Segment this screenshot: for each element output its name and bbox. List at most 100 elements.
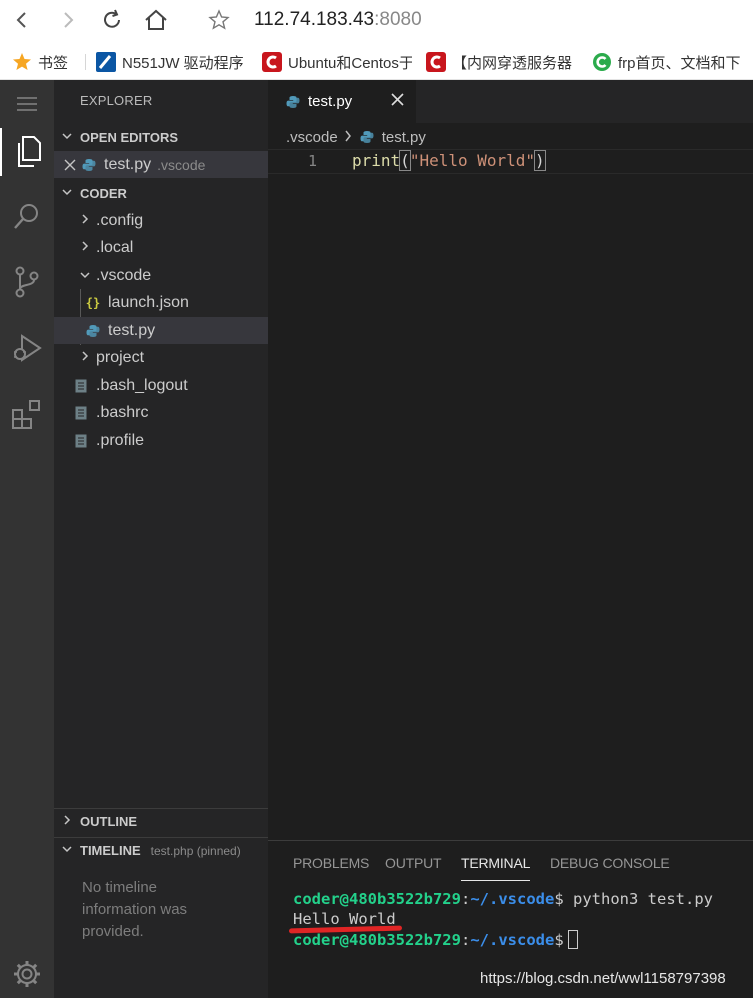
terminal-dollar: $	[554, 890, 564, 908]
text-file-icon	[72, 377, 90, 395]
tree-file[interactable]: .bash_logout	[54, 372, 268, 399]
outline-label: OUTLINE	[80, 814, 138, 829]
back-icon[interactable]	[8, 6, 36, 34]
explorer-title: EXPLORER	[80, 93, 153, 108]
close-icon[interactable]	[391, 91, 404, 111]
code-function: print	[352, 151, 401, 170]
url-host: 112.74.183.43	[254, 9, 375, 30]
terminal-command-line[interactable]: coder@480b3522b729:~/.vscode$ python3 te…	[293, 890, 713, 908]
tree-file[interactable]: .profile	[54, 427, 268, 454]
bookmark-item[interactable]: frp首页、文档和下	[592, 51, 753, 73]
explorer-icon[interactable]	[0, 128, 54, 176]
python-file-icon	[80, 156, 98, 174]
text-file-icon	[72, 432, 90, 450]
settings-gear-icon[interactable]	[0, 950, 54, 998]
bookmark-item[interactable]: N551JW 驱动程序	[96, 51, 246, 73]
workspace-header[interactable]: CODER	[54, 180, 268, 206]
terminal-cursor	[567, 930, 578, 949]
csdn-logo-icon	[426, 52, 446, 72]
tree-file[interactable]: {} launch.json	[54, 289, 268, 316]
frp-logo-icon	[592, 52, 612, 72]
tree-folder[interactable]: .vscode	[54, 262, 268, 289]
chevron-down-icon	[76, 268, 94, 283]
address-bar[interactable]: 112.74.183.43:8080	[254, 9, 422, 31]
python-file-icon	[284, 93, 302, 111]
tree-folder[interactable]: .config	[54, 207, 268, 234]
workspace-label: CODER	[80, 185, 127, 201]
open-editor-filename: test.py	[104, 155, 152, 173]
bookmark-label: N551JW 驱动程序	[122, 54, 244, 72]
tree-folder-label: project	[96, 348, 145, 366]
bookmark-star-icon[interactable]	[205, 6, 233, 34]
tab-test-py[interactable]: test.py	[268, 80, 416, 123]
tab-problems[interactable]: PROBLEMS	[293, 855, 369, 871]
bookmark-folder[interactable]: 书签	[12, 51, 68, 73]
tree-folder-label: .local	[96, 238, 134, 256]
timeline-empty-message: No timeline information was provided.	[82, 879, 188, 940]
tab-debug-console[interactable]: DEBUG CONSOLE	[550, 855, 670, 871]
asus-logo-icon	[96, 52, 116, 72]
text-file-icon	[72, 404, 90, 422]
home-icon[interactable]	[142, 6, 170, 34]
terminal-prompt-sep: :	[460, 931, 471, 949]
tree-folder-label: .config	[96, 211, 144, 229]
close-icon[interactable]	[54, 159, 80, 171]
bookmark-label: frp首页、文档和下	[618, 54, 741, 72]
terminal-prompt-sep: :	[460, 890, 471, 908]
run-debug-icon[interactable]	[0, 324, 54, 372]
terminal-path: ~/.vscode	[470, 931, 555, 949]
tab-output[interactable]: OUTPUT	[385, 855, 442, 871]
bookmark-label: Ubuntu和Centos于	[288, 54, 412, 72]
open-editor-item[interactable]: test.py .vscode	[54, 151, 268, 178]
tree-file-label: .bash_logout	[96, 376, 188, 394]
search-icon[interactable]	[0, 192, 54, 240]
outline-header[interactable]: OUTLINE	[54, 808, 268, 834]
tab-label: test.py	[308, 93, 353, 110]
tab-terminal[interactable]: TERMINAL	[461, 855, 530, 881]
tree-file[interactable]: .bashrc	[54, 399, 268, 426]
timeline-file: test.php (pinned)	[150, 843, 241, 858]
chevron-right-icon	[76, 350, 94, 365]
menu-icon[interactable]	[0, 80, 54, 128]
csdn-logo-icon	[262, 52, 282, 72]
chevron-right-icon	[76, 213, 94, 228]
breadcrumb: .vscode test.py	[286, 128, 426, 146]
open-editors-header[interactable]: OPEN EDITORS	[54, 124, 268, 150]
source-control-icon[interactable]	[0, 258, 54, 306]
tree-file-label: .profile	[96, 431, 145, 449]
timeline-header[interactable]: TIMELINE test.php (pinned)	[54, 837, 268, 863]
tree-folder[interactable]: .local	[54, 234, 268, 261]
extensions-icon[interactable]	[0, 390, 54, 438]
activity-bar	[0, 80, 54, 998]
code-line[interactable]: print("Hello World")	[352, 150, 546, 171]
python-file-icon	[84, 322, 102, 340]
star-icon	[12, 52, 32, 72]
editor-area: test.py .vscode test.py 1 print("Hello W…	[268, 80, 753, 840]
terminal-user: coder@480b3522b729	[293, 931, 461, 949]
url-port: :8080	[374, 9, 422, 30]
code-open-paren: (	[399, 150, 411, 171]
terminal-user: coder@480b3522b729	[293, 890, 461, 908]
chevron-down-icon	[54, 130, 80, 145]
bookmarks-bar: 书签 N551JW 驱动程序 Ubuntu和Centos于 【内网穿透服务器 f…	[0, 42, 753, 80]
terminal-dollar: $	[554, 931, 564, 949]
tree-file[interactable]: test.py	[54, 317, 268, 344]
tree-folder-label: .vscode	[96, 266, 152, 284]
forward-icon[interactable]	[54, 6, 82, 34]
json-file-icon: {}	[85, 295, 101, 310]
reload-icon[interactable]	[98, 6, 126, 34]
watermark: https://blog.csdn.net/wwl1158797398	[480, 970, 726, 987]
breadcrumb-file[interactable]: test.py	[382, 129, 426, 146]
python-file-icon	[358, 128, 376, 146]
chevron-right-icon	[54, 814, 80, 829]
chevron-right-icon	[76, 240, 94, 255]
tree-folder[interactable]: project	[54, 344, 268, 371]
terminal-command: python3 test.py	[563, 890, 713, 908]
bookmark-item[interactable]: Ubuntu和Centos于	[262, 51, 412, 73]
line-number: 1	[308, 152, 318, 170]
terminal-prompt-line[interactable]: coder@480b3522b729:~/.vscode$	[293, 930, 578, 949]
bookmark-item[interactable]: 【内网穿透服务器	[426, 51, 576, 73]
editor-tabs: test.py	[268, 80, 753, 123]
terminal-path: ~/.vscode	[470, 890, 555, 908]
breadcrumb-folder[interactable]: .vscode	[286, 129, 338, 146]
